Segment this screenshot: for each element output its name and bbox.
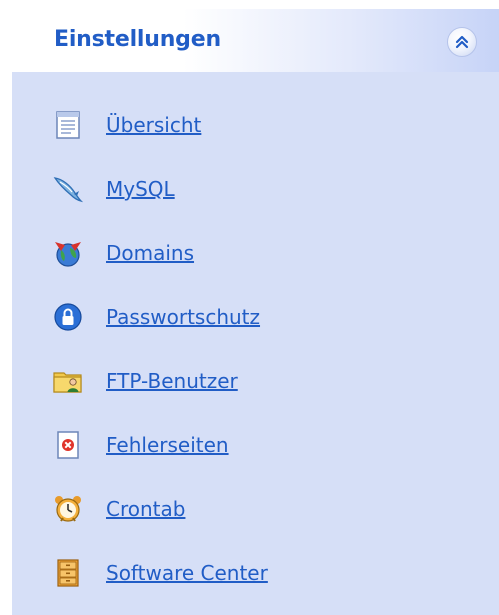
nav-item-mysql[interactable]: MySQL [52,169,175,209]
settings-panel: Einstellungen Übersicht MySQL Domains Pa… [10,8,499,615]
nav-item-label[interactable]: MySQL [106,177,175,201]
nav-item-software-center[interactable]: Software Center [52,553,268,593]
nav-item-crontab[interactable]: Crontab [52,489,185,529]
nav-item-uebersicht[interactable]: Übersicht [52,105,201,145]
nav-item-label[interactable]: Software Center [106,561,268,585]
nav-item-label[interactable]: Passwortschutz [106,305,260,329]
nav-item-passwortschutz[interactable]: Passwortschutz [52,297,260,337]
nav-item-fehlerseiten[interactable]: Fehlerseiten [52,425,229,465]
software-cabinet-icon [52,557,84,589]
domains-globe-icon [52,237,84,269]
alarm-clock-icon [52,493,84,525]
nav-item-label[interactable]: Domains [106,241,194,265]
panel-title: Einstellungen [54,27,221,52]
shield-lock-icon [52,301,84,333]
nav-item-label[interactable]: Crontab [106,497,185,521]
nav-item-label[interactable]: Fehlerseiten [106,433,229,457]
nav-item-label[interactable]: FTP-Benutzer [106,369,238,393]
mysql-dolphin-icon [52,173,84,205]
chevron-double-up-icon[interactable] [447,27,477,57]
nav-item-ftp-benutzer[interactable]: FTP-Benutzer [52,361,238,401]
document-icon [52,109,84,141]
nav-item-domains[interactable]: Domains [52,233,194,273]
error-page-icon [52,429,84,461]
nav-item-label[interactable]: Übersicht [106,113,201,137]
ftp-user-folder-icon [52,365,84,397]
panel-header[interactable]: Einstellungen [12,8,499,72]
